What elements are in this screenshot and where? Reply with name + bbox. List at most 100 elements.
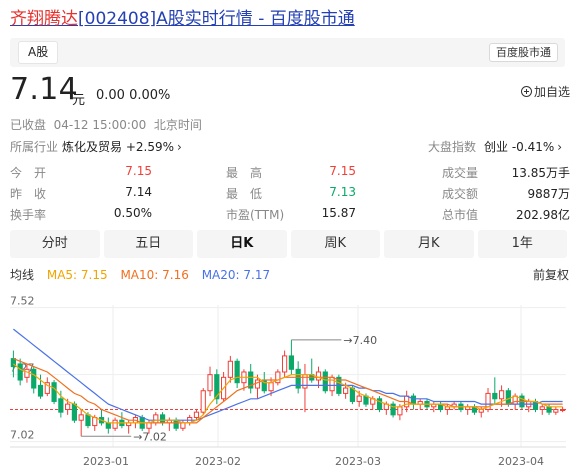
add-watchlist-button[interactable]: 加自选 [520, 83, 570, 100]
index-value: 创业 -0.41% [484, 140, 555, 154]
candle-body [560, 408, 566, 411]
quote-value: 7.15 [125, 164, 152, 178]
candle-body [58, 398, 64, 413]
legend-ma20: MA20: 7.17 [201, 268, 271, 282]
quote-value: 15.87 [321, 206, 356, 220]
candle-body [71, 403, 78, 421]
candle-body [234, 360, 240, 384]
candle-body [288, 355, 294, 370]
quote-label: 昨 收 [10, 187, 47, 201]
candle-body [539, 406, 545, 410]
period-tabs: 分时 五日 日K 周K 月K 1年 [10, 230, 567, 258]
industry-info[interactable]: 所属行业 炼化及贸易 +2.59% › [10, 138, 182, 155]
candle-body [315, 371, 322, 381]
stock-code: [002408] [78, 9, 157, 29]
index-label: 大盘指数 [428, 140, 477, 154]
candle-body [329, 376, 335, 392]
legend-ma10: MA10: 7.16 [120, 268, 189, 282]
quote-value: 202.98亿 [516, 208, 570, 222]
candle-body [498, 390, 505, 400]
plus-circle-icon [520, 86, 532, 97]
market-status: 已收盘 04-12 15:00:00 北京时间 [10, 118, 202, 132]
quote-cell: 最 低 7.13 [226, 185, 356, 202]
add-watchlist-label: 加自选 [533, 85, 570, 99]
tab-period-2[interactable]: 日K [197, 230, 287, 258]
candle-body [322, 371, 328, 392]
tab-period-0[interactable]: 分时 [10, 230, 100, 258]
min-annotation: →7.02 [133, 430, 167, 443]
candle-body [356, 395, 362, 402]
x-tick-label: 2023-02 [195, 455, 241, 468]
ma-legend: 均线 MA5: 7.15 MA10: 7.16 MA20: 7.17 [10, 266, 279, 283]
candle-body [112, 419, 118, 429]
x-tick-label: 2023-03 [335, 455, 381, 468]
current-price: 7.14 [10, 72, 78, 107]
candle-body [254, 379, 261, 389]
candle-body [17, 363, 23, 381]
candle-body [282, 355, 288, 373]
quote-cell: 昨 收 7.14 [10, 185, 152, 202]
quote-value: 7.14 [125, 185, 152, 199]
quote-value: 13.85万手 [511, 166, 570, 180]
stock-name: 齐翔腾达 [10, 9, 78, 29]
y-tick-label: 7.52 [10, 295, 35, 308]
ma10-line [13, 358, 563, 424]
candle-body [193, 411, 200, 419]
tab-a-share[interactable]: A股 [18, 41, 59, 64]
candle-body [397, 406, 403, 416]
quote-cell: 成交额 9887万 [442, 185, 570, 202]
quote-cell: 市盈(TTM) 15.87 [226, 206, 356, 223]
kline-chart[interactable]: 7.527.277.022023-012023-022023-032023-04… [0, 290, 575, 475]
quote-label: 成交量 [442, 166, 479, 180]
max-annotation: →7.40 [343, 334, 377, 347]
candle-body [65, 403, 71, 410]
quote-label: 换手率 [10, 208, 47, 222]
quote-label: 最 低 [226, 187, 263, 201]
quote-value: 7.13 [329, 185, 356, 199]
tab-period-1[interactable]: 五日 [103, 230, 193, 258]
chevron-right-icon: › [177, 140, 182, 154]
candle-body [78, 414, 84, 421]
candle-body [159, 414, 166, 424]
tab-period-4[interactable]: 月K [384, 230, 474, 258]
x-tick-label: 2023-01 [83, 455, 129, 468]
candle-body [146, 422, 152, 429]
candle-body [92, 417, 98, 427]
quote-cell: 总市值 202.98亿 [442, 206, 570, 223]
candle-body [546, 406, 552, 413]
chevron-right-icon: › [557, 140, 563, 154]
quote-cell: 换手率 0.50% [10, 206, 152, 223]
quote-label: 成交额 [442, 187, 479, 201]
quote-cell: 最 高 7.15 [226, 164, 356, 181]
candle-body [200, 390, 206, 413]
index-info[interactable]: 大盘指数 创业 -0.41% › [428, 138, 568, 155]
candle-body [227, 360, 233, 378]
candle-body [153, 414, 159, 424]
quote-label: 总市值 [442, 208, 479, 222]
tab-period-5[interactable]: 1年 [477, 230, 567, 258]
quote-cell: 成交量 13.85万手 [442, 164, 570, 181]
quote-value: 7.15 [329, 164, 356, 178]
candle-body [505, 390, 511, 405]
adjust-toggle[interactable]: 前复权 [533, 266, 569, 283]
candle-body [105, 422, 111, 429]
industry-value: 炼化及贸易 +2.59% [62, 140, 175, 154]
page-title-link[interactable]: 齐翔腾达[002408]A股实时行情 - 百度股市通 [10, 4, 355, 29]
tab-period-3[interactable]: 周K [290, 230, 380, 258]
quote-label: 最 高 [226, 166, 263, 180]
source-badge[interactable]: 百度股市通 [489, 43, 558, 62]
y-tick-label: 7.02 [10, 429, 35, 442]
quote-label: 市盈(TTM) [226, 208, 285, 222]
price-unit: 元 [72, 93, 86, 108]
candle-body [343, 387, 349, 394]
candle-body [349, 387, 356, 402]
legend-ma5: MA5: 7.15 [46, 268, 108, 282]
title-rest: A股实时行情 - 百度股市通 [156, 9, 355, 29]
legend-title: 均线 [10, 268, 35, 282]
candle-body [37, 384, 44, 397]
market-tab-bar: A股 百度股市通 [10, 38, 565, 67]
candle-body [268, 382, 274, 392]
candle-body [180, 422, 186, 429]
candle-body [207, 374, 213, 392]
candle-body [85, 414, 91, 427]
